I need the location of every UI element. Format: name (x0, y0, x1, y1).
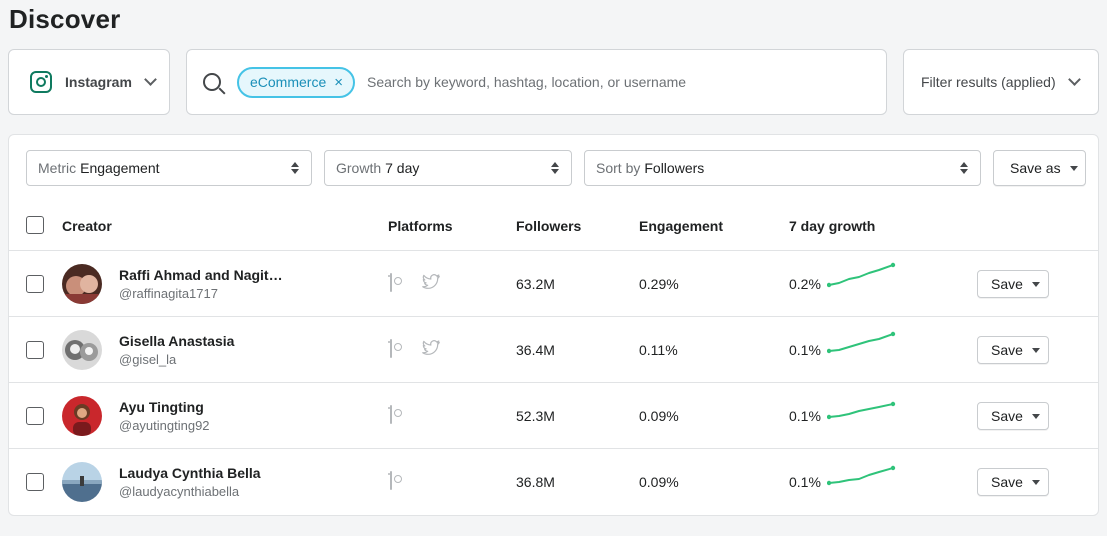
save-as-button[interactable]: Save as (993, 150, 1086, 186)
growth-value: 0.1% (789, 342, 821, 358)
metric-select[interactable]: Metric Engagement (26, 150, 312, 186)
table-row[interactable]: Laudya Cynthia Bella @laudyacynthiabella… (9, 448, 1098, 514)
growth-select[interactable]: Growth 7 day (324, 150, 572, 186)
creator-name[interactable]: Raffi Ahmad and Nagit… (119, 267, 283, 283)
results-card: Metric Engagement Growth 7 day Sort by F… (8, 134, 1099, 516)
select-all-checkbox[interactable] (26, 216, 44, 234)
growth-sparkline (827, 465, 896, 486)
save-label: Save (991, 276, 1023, 292)
table-row[interactable]: Raffi Ahmad and Nagit… @raffinagita1717 … (9, 250, 1098, 316)
followers-value: 36.8M (516, 474, 555, 490)
metric-select-prefix: Metric (38, 160, 77, 176)
engagement-value: 0.29% (639, 276, 679, 292)
table-row[interactable]: Gisella Anastasia @gisel_la 36.4M 0.11% … (9, 316, 1098, 382)
save-button[interactable]: Save (977, 402, 1049, 430)
followers-value: 63.2M (516, 276, 555, 292)
column-header-platforms: Platforms (388, 218, 453, 234)
save-label: Save (991, 342, 1023, 358)
sort-select-prefix: Sort by (596, 160, 641, 176)
save-as-label: Save as (1010, 160, 1061, 176)
growth-sparkline (827, 262, 896, 288)
chip-remove-icon[interactable]: × (334, 74, 343, 91)
avatar[interactable] (62, 396, 102, 436)
platform-select-label: Instagram (65, 74, 132, 90)
search-icon (203, 73, 221, 91)
twitter-icon (422, 340, 440, 358)
save-button[interactable]: Save (977, 468, 1049, 496)
save-label: Save (991, 408, 1023, 424)
sort-select-value: Followers (644, 160, 705, 176)
column-header-growth[interactable]: 7 day growth (789, 218, 875, 234)
growth-sparkline (827, 401, 896, 420)
platform-select[interactable]: Instagram (8, 49, 170, 115)
caret-down-icon (1069, 165, 1078, 171)
row-checkbox[interactable] (26, 407, 44, 425)
table-row[interactable]: Ayu Tingting @ayutingting92 52.3M 0.09% … (9, 382, 1098, 448)
creator-name[interactable]: Ayu Tingting (119, 399, 204, 415)
engagement-value: 0.11% (639, 342, 678, 358)
caret-down-icon (1031, 347, 1040, 353)
engagement-value: 0.09% (639, 408, 679, 424)
creator-name[interactable]: Gisella Anastasia (119, 333, 234, 349)
save-button[interactable]: Save (977, 270, 1049, 298)
growth-select-value: 7 day (385, 160, 420, 176)
metric-select-value: Engagement (80, 160, 160, 176)
instagram-icon (30, 71, 52, 93)
growth-value: 0.2% (789, 276, 821, 292)
growth-select-prefix: Growth (336, 160, 382, 176)
instagram-icon (390, 339, 392, 358)
twitter-icon (422, 274, 440, 292)
column-header-followers[interactable]: Followers (516, 218, 581, 234)
followers-value: 52.3M (516, 408, 555, 424)
instagram-icon (390, 405, 392, 424)
growth-value: 0.1% (789, 408, 821, 424)
engagement-value: 0.09% (639, 474, 679, 490)
growth-value: 0.1% (789, 474, 821, 490)
search-chip[interactable]: eCommerce × (237, 66, 356, 98)
row-checkbox[interactable] (26, 473, 44, 491)
caret-down-icon (1031, 281, 1040, 287)
followers-value: 36.4M (516, 342, 555, 358)
creator-handle: @ayutingting92 (119, 418, 210, 433)
row-checkbox[interactable] (26, 341, 44, 359)
page-title: Discover (9, 4, 121, 34)
avatar[interactable] (62, 330, 102, 370)
select-arrows-icon (960, 162, 968, 174)
creator-handle: @raffinagita1717 (119, 286, 218, 301)
chevron-down-icon (144, 73, 157, 86)
column-header-engagement[interactable]: Engagement (639, 218, 723, 234)
column-header-creator: Creator (62, 218, 112, 234)
avatar[interactable] (62, 462, 102, 502)
instagram-icon (390, 471, 392, 490)
filter-results-label: Filter results (applied) (921, 74, 1056, 90)
filter-results-button[interactable]: Filter results (applied) (903, 49, 1099, 115)
creator-handle: @gisel_la (119, 352, 177, 367)
search-box: eCommerce × (186, 49, 887, 115)
save-label: Save (991, 474, 1023, 490)
creator-name[interactable]: Laudya Cynthia Bella (119, 465, 261, 481)
row-checkbox[interactable] (26, 275, 44, 293)
sort-select[interactable]: Sort by Followers (584, 150, 981, 186)
chevron-down-icon (1067, 73, 1081, 86)
growth-sparkline (827, 331, 896, 354)
caret-down-icon (1031, 413, 1040, 419)
search-input[interactable] (367, 74, 868, 90)
avatar[interactable] (62, 264, 102, 304)
select-arrows-icon (291, 162, 299, 174)
creator-handle: @laudyacynthiabella (119, 484, 240, 499)
search-chip-label: eCommerce (250, 74, 327, 90)
instagram-icon (390, 273, 392, 292)
caret-down-icon (1031, 479, 1040, 485)
save-button[interactable]: Save (977, 336, 1049, 364)
select-arrows-icon (551, 162, 559, 174)
